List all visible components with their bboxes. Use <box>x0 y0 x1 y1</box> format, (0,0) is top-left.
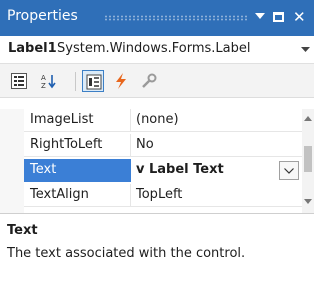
property-value[interactable]: TopLeft <box>136 187 182 202</box>
maximize-icon[interactable] <box>273 8 284 22</box>
svg-text:A: A <box>41 74 46 82</box>
property-value[interactable]: v Label Text <box>136 162 224 177</box>
title-bar[interactable]: Properties ✕ <box>0 0 314 36</box>
description-pane: Text The text associated with the contro… <box>0 213 314 296</box>
property-pages-icon[interactable] <box>138 70 160 92</box>
svg-text:Z: Z <box>41 82 46 89</box>
property-value[interactable]: No <box>136 137 154 152</box>
property-value[interactable]: (none) <box>136 112 179 127</box>
property-name: Text <box>30 162 57 177</box>
value-editor[interactable]: v Label Text <box>131 159 302 182</box>
chevron-down-icon[interactable] <box>255 8 265 19</box>
alphabetical-icon[interactable]: A Z <box>38 70 60 92</box>
chevron-down-icon[interactable] <box>301 47 310 52</box>
grid-row-imagelist[interactable]: ImageList (none) <box>24 109 302 132</box>
scroll-down-icon[interactable] <box>304 199 312 204</box>
dropdown-button[interactable] <box>279 161 299 180</box>
scroll-up-icon[interactable] <box>304 116 312 121</box>
object-type: System.Windows.Forms.Label <box>57 41 251 56</box>
grid-row-textalign[interactable]: TextAlign TopLeft <box>24 184 302 207</box>
toolbar-separator <box>75 72 76 91</box>
categorized-icon[interactable] <box>8 70 30 92</box>
grid-row-text[interactable]: Text v Label Text <box>24 159 302 182</box>
grid-row-righttoleft[interactable]: RightToLeft No <box>24 134 302 157</box>
property-name: RightToLeft <box>30 137 103 152</box>
window-title: Properties <box>7 8 78 24</box>
object-name: Label1 <box>8 41 57 56</box>
property-name: ImageList <box>30 112 94 127</box>
description-text: The text associated with the control. <box>7 246 246 261</box>
drag-grip[interactable] <box>104 15 247 21</box>
toolbar: A Z <box>0 64 314 98</box>
object-selector[interactable]: Label1 System.Windows.Forms.Label <box>0 36 314 64</box>
properties-icon[interactable] <box>82 70 104 92</box>
vertical-scrollbar[interactable] <box>302 109 314 213</box>
grid-gutter <box>0 109 24 213</box>
events-icon[interactable] <box>110 70 132 92</box>
scrollbar-thumb[interactable] <box>304 146 312 172</box>
property-name: TextAlign <box>30 187 89 202</box>
property-grid: ImageList (none) RightToLeft No Text v L… <box>0 109 314 213</box>
close-icon[interactable]: ✕ <box>293 8 306 26</box>
description-title: Text <box>7 223 38 238</box>
